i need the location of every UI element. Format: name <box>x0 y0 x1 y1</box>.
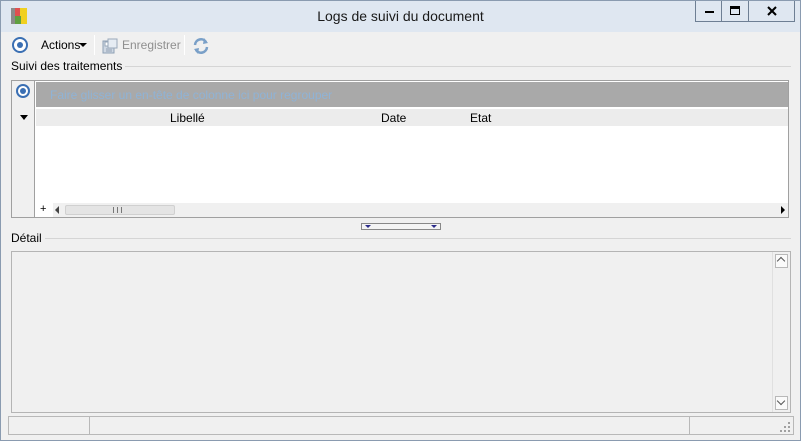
group-by-hint: Faire glisser un en-tête de colonne ici … <box>50 88 333 102</box>
scroll-up-icon[interactable] <box>775 254 788 268</box>
status-panel <box>8 416 90 435</box>
actions-menu-button[interactable]: Actions <box>41 38 80 52</box>
scroll-left-icon[interactable] <box>55 206 59 214</box>
toolbar-separator <box>184 35 185 55</box>
circle-target-icon[interactable] <box>16 84 30 98</box>
close-button[interactable] <box>749 1 795 22</box>
title-bar[interactable]: Logs de suivi du document <box>1 1 800 32</box>
splitter-down-icon <box>365 225 371 228</box>
save-button[interactable]: Enregistrer <box>122 38 181 52</box>
tracking-grid[interactable]: Faire glisser un en-tête de colonne ici … <box>11 80 789 218</box>
save-icon[interactable] <box>102 38 118 54</box>
detail-group-title: Détail <box>11 231 45 245</box>
status-bar <box>8 416 794 435</box>
close-icon <box>767 6 777 16</box>
group-by-area[interactable]: Faire glisser un en-tête de colonne ici … <box>36 82 788 107</box>
chevron-down-icon[interactable] <box>79 43 87 47</box>
panel-splitter[interactable] <box>361 223 441 230</box>
status-panel <box>689 416 794 435</box>
window-title: Logs de suivi du document <box>317 8 484 24</box>
scroll-right-icon[interactable] <box>781 206 785 214</box>
chevron-down-icon[interactable] <box>20 115 28 120</box>
scroll-thumb[interactable] <box>65 205 175 215</box>
document-log-window: Logs de suivi du document Actions Enregi… <box>0 0 801 441</box>
horizontal-scrollbar[interactable] <box>53 203 788 217</box>
expand-plus-icon[interactable]: + <box>40 204 46 215</box>
toolbar: Actions Enregistrer <box>2 32 799 58</box>
column-header-date[interactable]: Date <box>381 111 406 125</box>
group-divider <box>11 238 791 239</box>
minimize-icon <box>705 11 714 13</box>
maximize-button[interactable] <box>722 1 749 22</box>
minimize-button[interactable] <box>695 1 722 22</box>
scroll-down-icon[interactable] <box>775 396 788 410</box>
vertical-scrollbar[interactable] <box>772 252 790 412</box>
group-divider <box>11 66 791 67</box>
maximize-icon <box>730 6 740 15</box>
column-header-etat[interactable]: Etat <box>470 111 491 125</box>
column-header-libelle[interactable]: Libellé <box>170 111 205 125</box>
detail-textbox[interactable] <box>11 251 791 413</box>
circle-target-icon[interactable] <box>12 37 28 53</box>
column-header-row: Libellé Date Etat <box>36 109 788 126</box>
refresh-icon[interactable] <box>192 37 210 55</box>
splitter-down-icon <box>431 225 437 228</box>
resize-grip-icon[interactable] <box>780 422 790 432</box>
toolbar-separator <box>94 35 95 55</box>
grid-row-header <box>12 81 35 217</box>
status-panel <box>89 416 690 435</box>
tracking-group-title: Suivi des traitements <box>11 59 126 73</box>
